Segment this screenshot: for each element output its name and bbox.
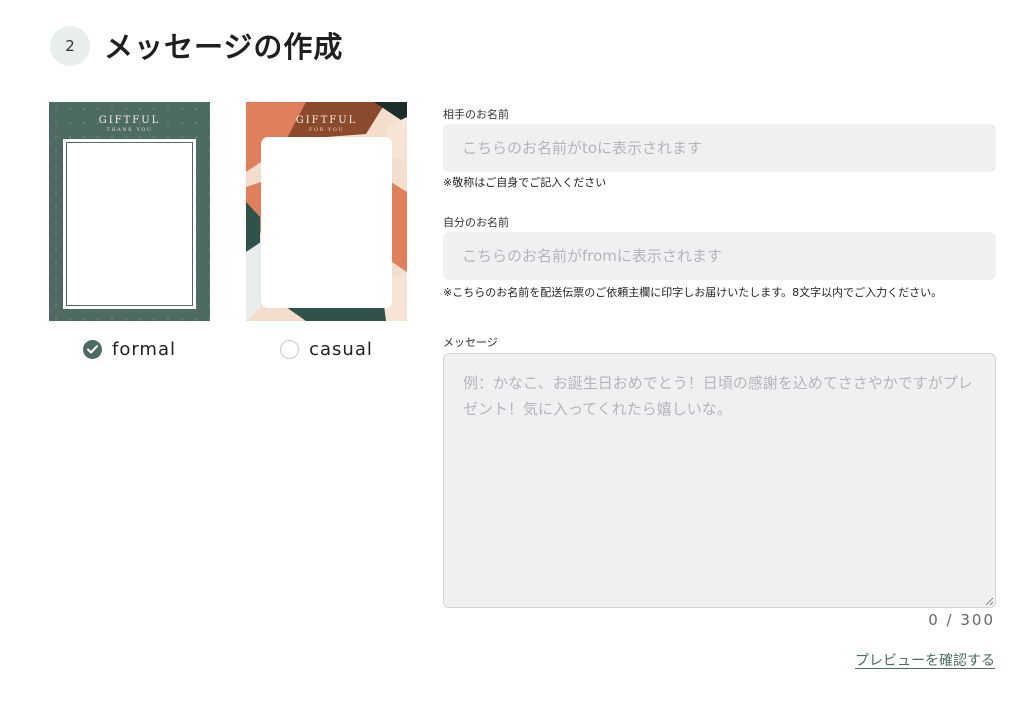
- casual-card-thumbnail[interactable]: GIFTFUL FOR YOU: [246, 102, 407, 321]
- step-number: 2: [65, 37, 75, 55]
- message-textarea[interactable]: [443, 353, 996, 608]
- message-character-counter: 0 / 300: [928, 611, 995, 629]
- page-title: メッセージの作成: [104, 30, 344, 64]
- check-icon[interactable]: [83, 340, 102, 359]
- template-label-casual[interactable]: casual: [309, 339, 373, 360]
- sender-name-input[interactable]: [443, 232, 996, 280]
- formal-radio-row[interactable]: formal: [49, 339, 210, 360]
- template-option-formal[interactable]: GIFTFUL THANK YOU formal: [49, 102, 210, 360]
- recipient-name-label: 相手のお名前: [443, 108, 509, 121]
- sender-name-note: ※こちらのお名前を配送伝票のご依頼主欄に印字しお届けいたします。8文字以内でご入…: [443, 286, 943, 299]
- resize-grip-icon[interactable]: [985, 597, 994, 606]
- formal-card-border: [66, 142, 193, 306]
- formal-card-brand-sub: THANK YOU: [106, 127, 153, 133]
- formal-card-paper: [63, 139, 196, 309]
- message-label: メッセージ: [443, 336, 498, 349]
- formal-card-brand: GIFTFUL: [98, 115, 161, 126]
- step-number-badge: 2: [50, 26, 90, 66]
- template-label-formal[interactable]: formal: [112, 339, 176, 360]
- casual-card-brand-sub: FOR YOU: [308, 127, 345, 133]
- preview-link[interactable]: プレビューを確認する: [855, 650, 995, 670]
- casual-card-brand: GIFTFUL: [295, 115, 358, 126]
- casual-card-paper: [261, 137, 392, 308]
- formal-card-thumbnail[interactable]: GIFTFUL THANK YOU: [49, 102, 210, 321]
- recipient-name-note: ※敬称はご自身でご記入ください: [443, 176, 607, 189]
- casual-radio-row[interactable]: casual: [246, 339, 407, 360]
- unchecked-radio-icon[interactable]: [280, 340, 300, 359]
- sender-name-label: 自分のお名前: [443, 216, 509, 229]
- template-option-casual[interactable]: GIFTFUL FOR YOU casual: [246, 102, 407, 360]
- recipient-name-input[interactable]: [443, 124, 996, 172]
